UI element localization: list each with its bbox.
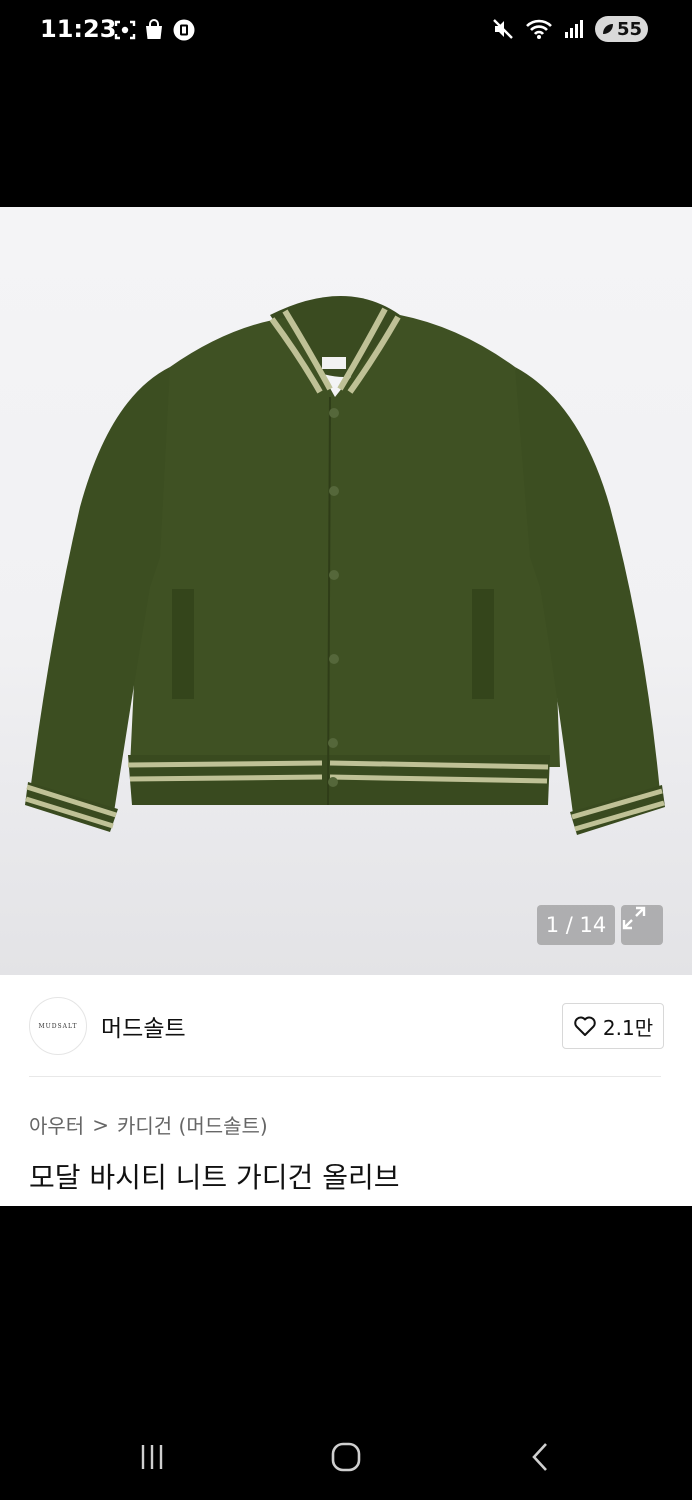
home-icon [331,1442,361,1472]
app-notification-icon [173,19,195,41]
breadcrumb: 아우터 > 카디건 (머드솔트) [29,1110,268,1139]
breadcrumb-subcategory[interactable]: 카디건 (머드솔트) [117,1110,268,1139]
product-info-section: MUDSALT 머드솔트 2.1만 아우터 > 카디건 (머드솔트) 모달 바시… [0,975,692,1206]
signal-icon [564,20,583,38]
like-button[interactable]: 2.1만 [562,1003,664,1049]
brand-name[interactable]: 머드솔트 [101,1009,186,1043]
battery-indicator: 55 [594,16,648,42]
product-image[interactable] [0,207,692,975]
brand-logo-text: MUDSALT [38,1022,78,1030]
product-image-gallery[interactable]: 1 / 14 [0,207,692,975]
product-title: 모달 바시티 니트 가디건 올리브 [29,1161,400,1194]
status-right-icons: 55 [491,16,648,42]
status-time: 11:23 [40,15,117,43]
battery-saver-icon [602,24,613,34]
breadcrumb-separator: > [92,1112,109,1137]
back-icon [532,1443,547,1471]
navigation-bar [0,1400,692,1500]
status-left-icons [114,18,196,42]
screenshot-icon [114,20,136,40]
image-page-counter: 1 / 14 [537,905,615,945]
home-button[interactable] [326,1440,366,1474]
brand-logo[interactable]: MUDSALT [29,997,87,1055]
expand-image-button[interactable] [621,905,663,945]
like-count: 2.1만 [602,1015,654,1040]
recents-icon [141,1445,163,1469]
expand-icon [622,906,646,930]
heart-icon [574,1016,596,1036]
status-bar: 11:23 55 [0,0,692,64]
recents-button[interactable] [132,1440,172,1474]
breadcrumb-category[interactable]: 아우터 [29,1110,84,1139]
shopping-bag-icon [146,19,162,39]
divider [29,1076,661,1077]
mute-icon [493,19,513,39]
battery-level: 55 [616,18,642,40]
wifi-icon [526,19,552,39]
back-button[interactable] [520,1440,560,1474]
